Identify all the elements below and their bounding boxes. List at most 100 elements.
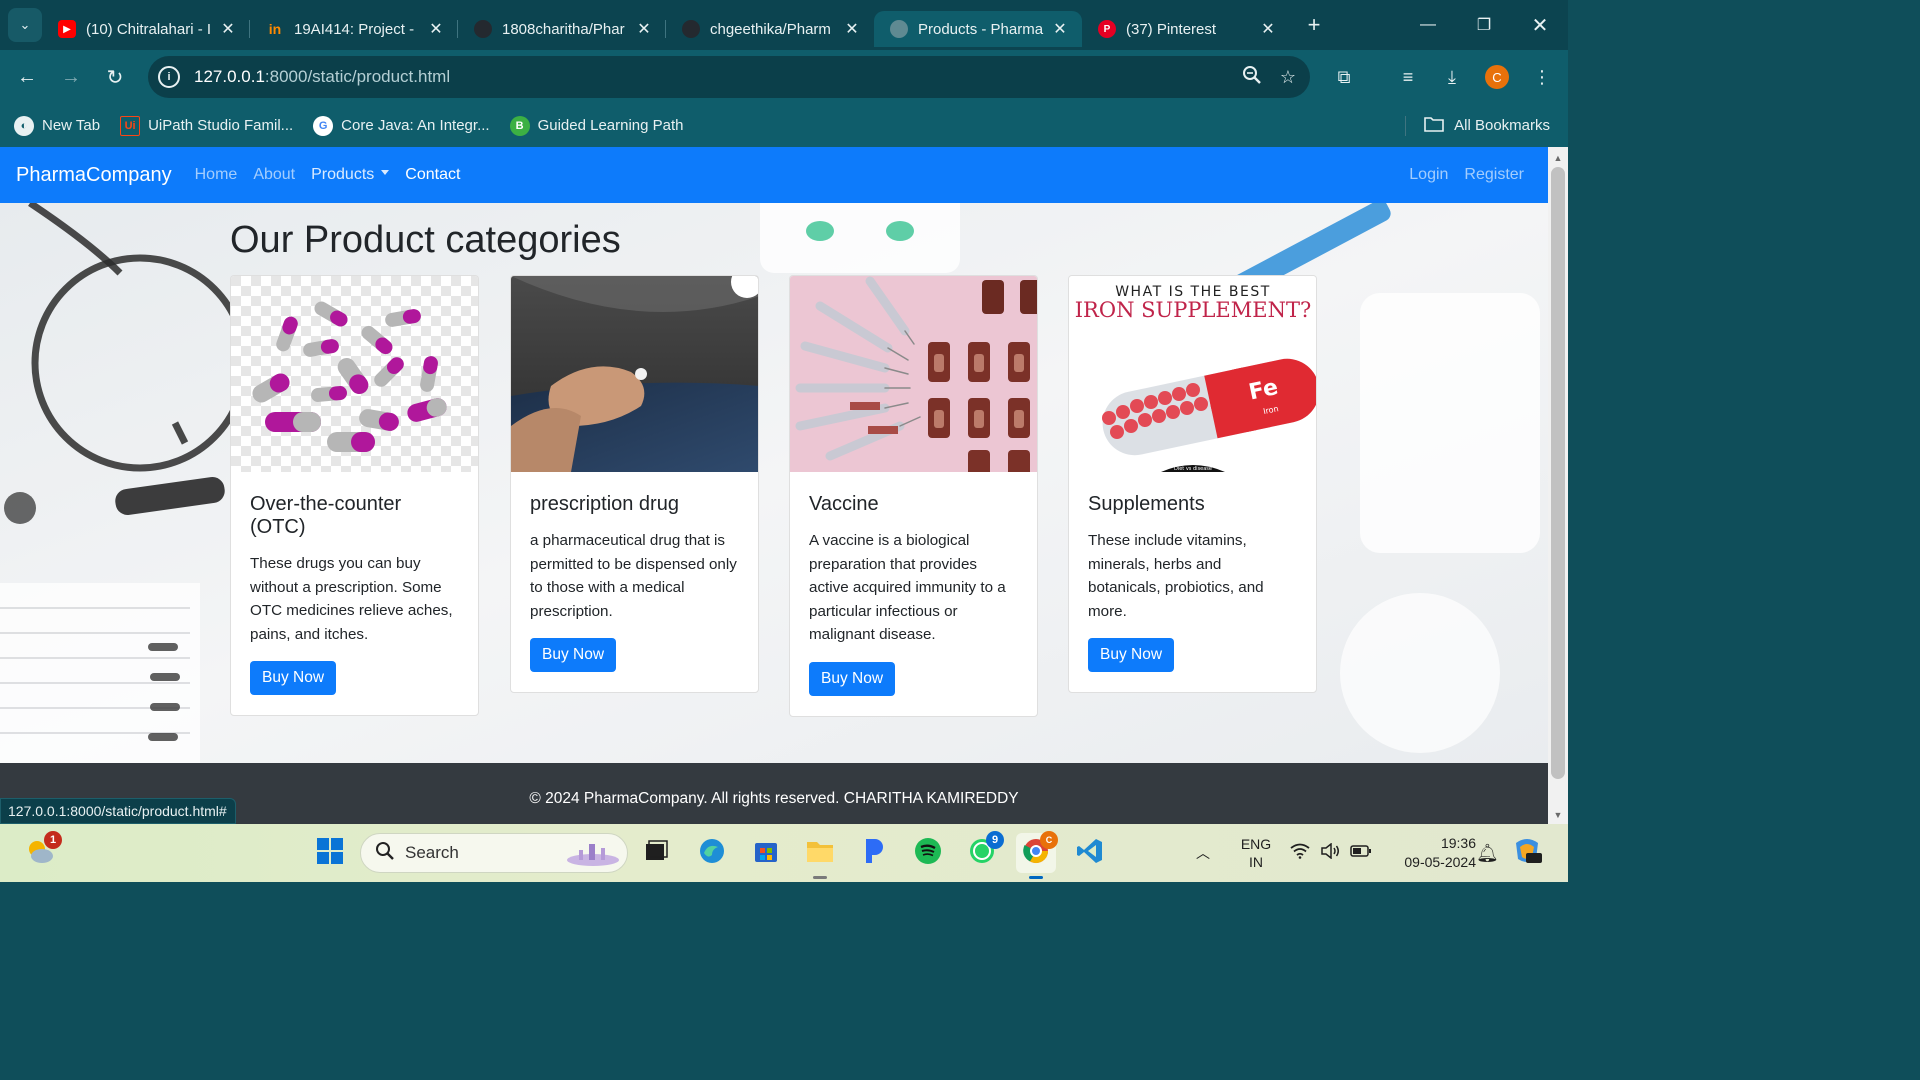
nav-register[interactable]: Register [1464, 166, 1524, 184]
file-explorer-app[interactable] [800, 833, 840, 879]
arrow-right-icon: → [61, 65, 81, 88]
capsules-image [231, 276, 478, 472]
bookmark-uipath[interactable]: Ui UiPath Studio Famil... [120, 115, 293, 136]
buy-now-button[interactable]: Buy Now [530, 638, 617, 673]
tab-invision[interactable]: in 19AI414: Project - ✕ [250, 11, 458, 47]
bookmark-core-java[interactable]: G Core Java: An Integr... [313, 115, 490, 136]
pandora-icon [863, 837, 885, 870]
menu-button[interactable]: ⋮ [1522, 50, 1562, 104]
bookmark-new-tab[interactable]: ◐ New Tab [14, 115, 100, 136]
footer-text: © 2024 PharmaCompany. All rights reserve… [529, 790, 1019, 807]
nav-contact[interactable]: Contact [405, 166, 460, 184]
edge-app[interactable] [692, 833, 732, 873]
scroll-thumb[interactable] [1551, 167, 1565, 779]
close-window-button[interactable]: ✕ [1512, 0, 1568, 50]
close-icon: ✕ [1531, 14, 1549, 37]
caret-down-icon [381, 170, 390, 176]
close-icon[interactable]: ✕ [218, 19, 238, 39]
youtube-icon: ▶ [58, 20, 76, 38]
restore-button[interactable]: ❐ [1456, 0, 1512, 50]
profile-button[interactable]: C [1477, 50, 1517, 104]
close-icon[interactable]: ✕ [1258, 19, 1278, 39]
download-icon: ⤓ [1448, 66, 1456, 87]
bookmark-star-icon[interactable]: ☆ [1280, 67, 1296, 88]
nav-login[interactable]: Login [1409, 166, 1448, 184]
buy-now-button[interactable]: Buy Now [1088, 638, 1175, 673]
bookmark-guided-learning[interactable]: B Guided Learning Path [509, 115, 684, 136]
vscode-icon [1076, 837, 1104, 870]
bookmark-label: Core Java: An Integr... [341, 117, 490, 134]
nav-home[interactable]: Home [195, 166, 238, 184]
search-placeholder: Search [405, 843, 459, 862]
volume-icon [1320, 841, 1340, 864]
card-text: These drugs you can buy without a prescr… [250, 555, 453, 643]
card-text: A vaccine is a biological preparation th… [809, 532, 1006, 644]
close-icon[interactable]: ✕ [1050, 19, 1070, 39]
card-body: prescription drug a pharmaceutical drug … [511, 472, 758, 692]
nav-products-label: Products [311, 166, 375, 183]
pinterest-icon: P [1098, 20, 1116, 38]
system-tray[interactable] [1290, 824, 1372, 882]
whatsapp-app[interactable]: 9 [962, 831, 1004, 873]
task-view-button[interactable] [636, 833, 676, 873]
back-button[interactable]: ← [5, 55, 49, 99]
close-icon[interactable]: ✕ [634, 19, 654, 39]
tab-youtube[interactable]: ▶ (10) Chitralahari - I ✕ [42, 11, 250, 47]
clock[interactable]: 19:36 09-05-2024 [1380, 834, 1476, 872]
whatsapp-badge: 9 [986, 831, 1004, 849]
brand-link[interactable]: PharmaCompany [16, 164, 172, 187]
close-icon[interactable]: ✕ [842, 19, 862, 39]
address-bar[interactable]: i 127.0.0.1:8000/static/product.html ☆ [148, 56, 1310, 98]
close-icon[interactable]: ✕ [426, 19, 446, 39]
scroll-up-icon[interactable]: ▲ [1548, 149, 1568, 167]
buy-now-button[interactable]: Buy Now [250, 661, 337, 696]
page-viewport: PharmaCompany Home About Products Contac… [0, 147, 1548, 824]
tab-title: chgeethika/Pharm [710, 20, 831, 38]
page-scrollbar[interactable]: ▲ ▼ [1548, 147, 1568, 824]
vscode-app[interactable] [1070, 833, 1110, 873]
tab-products-active[interactable]: Products - Pharma ✕ [874, 11, 1082, 47]
chevron-up-icon: ︿ [1196, 845, 1210, 861]
nav-products-dropdown[interactable]: Products [311, 166, 390, 184]
chrome-app[interactable]: C [1016, 831, 1058, 879]
puzzle-icon: ⧉ [1337, 66, 1351, 87]
tab-github-2[interactable]: chgeethika/Pharm ✕ [666, 11, 874, 47]
copilot-button[interactable] [1512, 824, 1542, 882]
buy-now-button[interactable]: Buy Now [809, 661, 896, 696]
image-text-line2: IRON SUPPLEMENT? [1075, 298, 1311, 322]
taskbar-search[interactable]: Search [360, 833, 628, 873]
scroll-down-icon[interactable]: ▼ [1548, 806, 1568, 824]
pandora-app[interactable] [854, 833, 894, 873]
globe-icon [890, 20, 908, 38]
product-card-otc: Over-the-counter (OTC) These drugs you c… [230, 275, 479, 717]
bookmarks-bar: ◐ New Tab Ui UiPath Studio Famil... G Co… [0, 104, 1568, 147]
zoom-icon[interactable] [1242, 65, 1262, 90]
clock-date: 09-05-2024 [1404, 854, 1476, 870]
nav-about[interactable]: About [253, 166, 295, 184]
language-indicator[interactable]: ENG IN [1236, 835, 1276, 871]
url-text[interactable]: 127.0.0.1:8000/static/product.html [194, 67, 450, 87]
card-title: Over-the-counter (OTC) [250, 493, 402, 538]
weather-widget[interactable]: 1 [20, 831, 62, 873]
show-hidden-icons-button[interactable]: ︿ [1196, 824, 1210, 882]
notifications-button[interactable]: 🔔︎ [1476, 824, 1499, 882]
store-app[interactable] [746, 833, 786, 873]
github-icon [474, 20, 492, 38]
spotify-app[interactable] [908, 833, 948, 873]
downloads-button[interactable]: ⤓ [1432, 50, 1472, 104]
tab-search-button[interactable]: ⌄ [8, 8, 42, 42]
tab-pinterest[interactable]: P (37) Pinterest ✕ [1082, 11, 1290, 47]
forward-button[interactable]: → [49, 55, 93, 99]
start-button[interactable] [310, 833, 350, 873]
card-text: a pharmaceutical drug that is permitted … [530, 532, 737, 620]
tab-github-1[interactable]: 1808charitha/Phar ✕ [458, 11, 666, 47]
extensions-button[interactable]: ⧉ [1324, 50, 1364, 104]
product-card-prescription: prescription drug a pharmaceutical drug … [510, 275, 759, 694]
minimize-button[interactable]: — [1400, 0, 1456, 50]
all-bookmarks-button[interactable]: All Bookmarks [1405, 104, 1550, 147]
new-tab-button[interactable]: + [1296, 7, 1332, 43]
reload-button[interactable]: ↻ [93, 55, 137, 99]
reading-list-button[interactable]: ≡ [1388, 50, 1428, 104]
more-vert-icon: ⋮ [1533, 66, 1551, 87]
site-info-icon[interactable]: i [158, 66, 180, 88]
